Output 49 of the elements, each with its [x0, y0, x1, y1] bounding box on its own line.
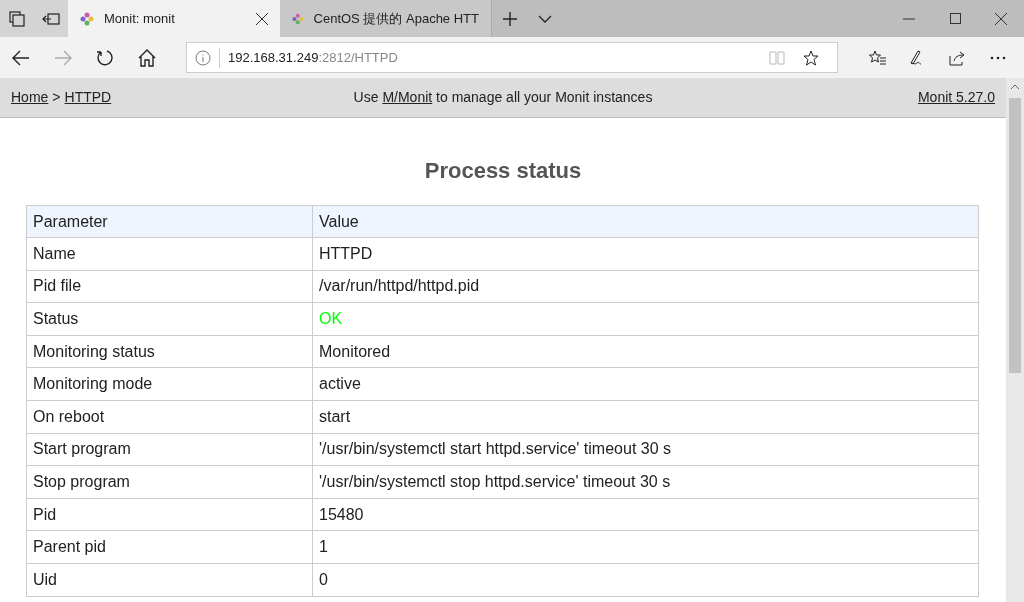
- close-tab-icon[interactable]: [256, 12, 268, 25]
- browser-tab[interactable]: CentOS 提供的 Apache HTT: [280, 0, 492, 37]
- parameter-cell: Parent pid: [26, 530, 313, 564]
- parameter-cell: Status: [26, 302, 313, 336]
- parameter-cell: Start program: [26, 433, 313, 466]
- parameter-cell: Monitoring mode: [26, 367, 313, 401]
- banner-text: Use M/Monit to manage all your Monit instances: [353, 89, 653, 105]
- version-link[interactable]: Monit 5.27.0: [917, 89, 995, 105]
- url-path: :2812/HTTPD: [318, 49, 398, 65]
- value-cell: 15480: [312, 498, 979, 531]
- breadcrumb-separator: >: [52, 88, 61, 107]
- tab-title: Monit: monit: [104, 9, 176, 28]
- scrollbar[interactable]: [1006, 78, 1024, 602]
- tab-title: CentOS 提供的 Apache HTT: [313, 9, 479, 28]
- value-cell: start: [312, 400, 979, 434]
- breadcrumb-link[interactable]: Home: [11, 87, 49, 108]
- parameter-cell: Monitoring status: [26, 335, 313, 368]
- breadcrumb-link[interactable]: HTTPD: [64, 87, 112, 108]
- column-header: Parameter: [26, 205, 313, 238]
- parameter-cell: Stop program: [26, 465, 313, 499]
- flower-icon: [292, 11, 304, 26]
- value-cell: /var/run/httpd/httpd.pid: [312, 270, 979, 303]
- value-cell: 1: [312, 530, 979, 564]
- scrollbar-thumb[interactable]: [1009, 98, 1021, 373]
- mmonit-link[interactable]: M/Monit: [382, 89, 433, 105]
- url-host: 192.168.31.249: [228, 49, 319, 65]
- value-cell: OK: [312, 302, 979, 336]
- value-cell: 0: [312, 563, 979, 597]
- value-cell: active: [312, 367, 979, 401]
- page-title: Process status: [423, 157, 583, 185]
- tab-manager-icon[interactable]: [0, 0, 34, 37]
- parameter-cell: Uid: [26, 563, 313, 597]
- set-aside-tabs-icon[interactable]: [34, 0, 68, 37]
- book-icon: [769, 50, 785, 65]
- parameter-cell: On reboot: [26, 400, 313, 434]
- value-cell: '/usr/bin/systemctl stop httpd.service' timeout 30 s: [312, 465, 979, 499]
- scroll-up-icon[interactable]: [1010, 84, 1020, 90]
- parameter-cell: Pid file: [26, 270, 313, 303]
- star-icon[interactable]: [803, 49, 819, 66]
- browser-tab[interactable]: Monit: monit: [68, 0, 280, 37]
- info-icon: [195, 49, 211, 66]
- value-cell: '/usr/bin/systemctl start httpd.service' timeout 30 s: [312, 433, 979, 466]
- column-header: Value: [312, 205, 979, 238]
- value-cell: Monitored: [312, 335, 979, 368]
- parameter-cell: Name: [26, 237, 313, 271]
- value-cell: HTTPD: [312, 237, 979, 271]
- address-bar[interactable]: 192.168.31.249:2812/HTTPD: [186, 42, 838, 73]
- flower-icon: [80, 11, 94, 26]
- parameter-cell: Pid: [26, 498, 313, 531]
